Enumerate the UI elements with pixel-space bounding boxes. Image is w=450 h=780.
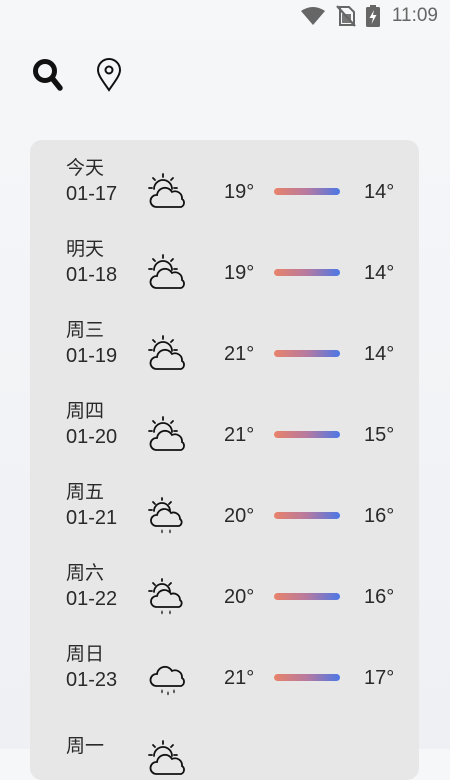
day-label: 周五 — [66, 480, 105, 503]
day-label: 周一 — [66, 734, 105, 757]
search-icon — [32, 58, 64, 96]
temp-high: 19° — [224, 181, 255, 203]
no-sim-icon — [336, 5, 356, 27]
temp-range-bar — [274, 674, 340, 681]
day-label: 今天 — [66, 156, 105, 179]
day-label: 周四 — [66, 399, 105, 422]
temp-high: 20° — [224, 505, 255, 527]
date-label: 01-18 — [66, 263, 118, 286]
temp-range-bar — [274, 188, 340, 195]
status-time: 11:09 — [391, 5, 438, 26]
forecast-row[interactable]: 周六 01-22 20° 16° — [30, 545, 419, 626]
temp-low: 14° — [364, 181, 395, 203]
temp-low: 17° — [364, 667, 395, 689]
date-label: 01-20 — [66, 425, 118, 448]
temp-low: 16° — [364, 586, 395, 608]
temp-high: 20° — [224, 586, 255, 608]
forecast-row[interactable]: 今天 01-17 19° 14° — [30, 140, 419, 221]
temp-low: 14° — [364, 343, 395, 365]
status-bar: 11:09 — [0, 0, 450, 36]
temp-low: 14° — [364, 262, 395, 284]
date-label: 01-22 — [66, 587, 118, 610]
forecast-row[interactable]: 周五 01-21 20° 16° — [30, 464, 419, 545]
day-column: 周三 01-19 — [66, 302, 117, 383]
day-label: 周三 — [66, 318, 105, 341]
temp-range-bar — [274, 512, 340, 519]
sun-rain-icon — [148, 578, 183, 615]
temp-low: 15° — [364, 424, 395, 446]
rain-cloud-icon — [149, 665, 185, 696]
search-button[interactable] — [32, 58, 64, 96]
day-label: 周六 — [66, 561, 105, 584]
day-column: 周六 01-22 — [66, 545, 117, 626]
forecast-row[interactable]: 周四 01-20 21° 15° — [30, 383, 419, 464]
status-icons: 11:09 — [300, 5, 438, 27]
partly-cloudy-icon — [148, 254, 185, 289]
temp-range-bar — [274, 269, 340, 276]
partly-cloudy-icon — [148, 173, 185, 208]
toolbar — [32, 58, 122, 96]
day-column: 明天 01-18 — [66, 221, 117, 302]
wifi-icon — [300, 6, 326, 26]
date-label: 01-23 — [66, 668, 118, 691]
day-column: 周日 01-23 — [66, 626, 117, 707]
forecast-card: 今天 01-17 19° 14° 明天 01-18 19° 14° 周三 01-… — [30, 140, 419, 780]
day-label: 明天 — [66, 237, 105, 260]
date-label: 01-17 — [66, 182, 118, 205]
temp-range-bar — [274, 593, 340, 600]
day-column: 今天 01-17 — [66, 140, 117, 221]
location-pin-icon — [96, 58, 122, 96]
partly-cloudy-icon — [148, 740, 185, 775]
sun-rain-icon — [148, 497, 183, 534]
day-column: 周四 01-20 — [66, 383, 117, 464]
date-label: 01-21 — [66, 506, 118, 529]
partly-cloudy-icon — [148, 335, 185, 370]
temp-high: 21° — [224, 424, 255, 446]
forecast-row[interactable]: 周一 — [30, 707, 419, 780]
location-button[interactable] — [96, 58, 122, 96]
day-column: 周五 01-21 — [66, 464, 117, 545]
temp-range-bar — [274, 431, 340, 438]
temp-high: 21° — [224, 343, 255, 365]
temp-high: 21° — [224, 667, 255, 689]
date-label: 01-19 — [66, 344, 118, 367]
battery-charging-icon — [365, 5, 380, 27]
day-column: 周一 — [66, 707, 104, 780]
forecast-row[interactable]: 周日 01-23 21° 17° — [30, 626, 419, 707]
day-label: 周日 — [66, 642, 105, 665]
forecast-row[interactable]: 周三 01-19 21° 14° — [30, 302, 419, 383]
temp-low: 16° — [364, 505, 395, 527]
forecast-row[interactable]: 明天 01-18 19° 14° — [30, 221, 419, 302]
temp-range-bar — [274, 350, 340, 357]
partly-cloudy-icon — [148, 416, 185, 451]
temp-high: 19° — [224, 262, 255, 284]
